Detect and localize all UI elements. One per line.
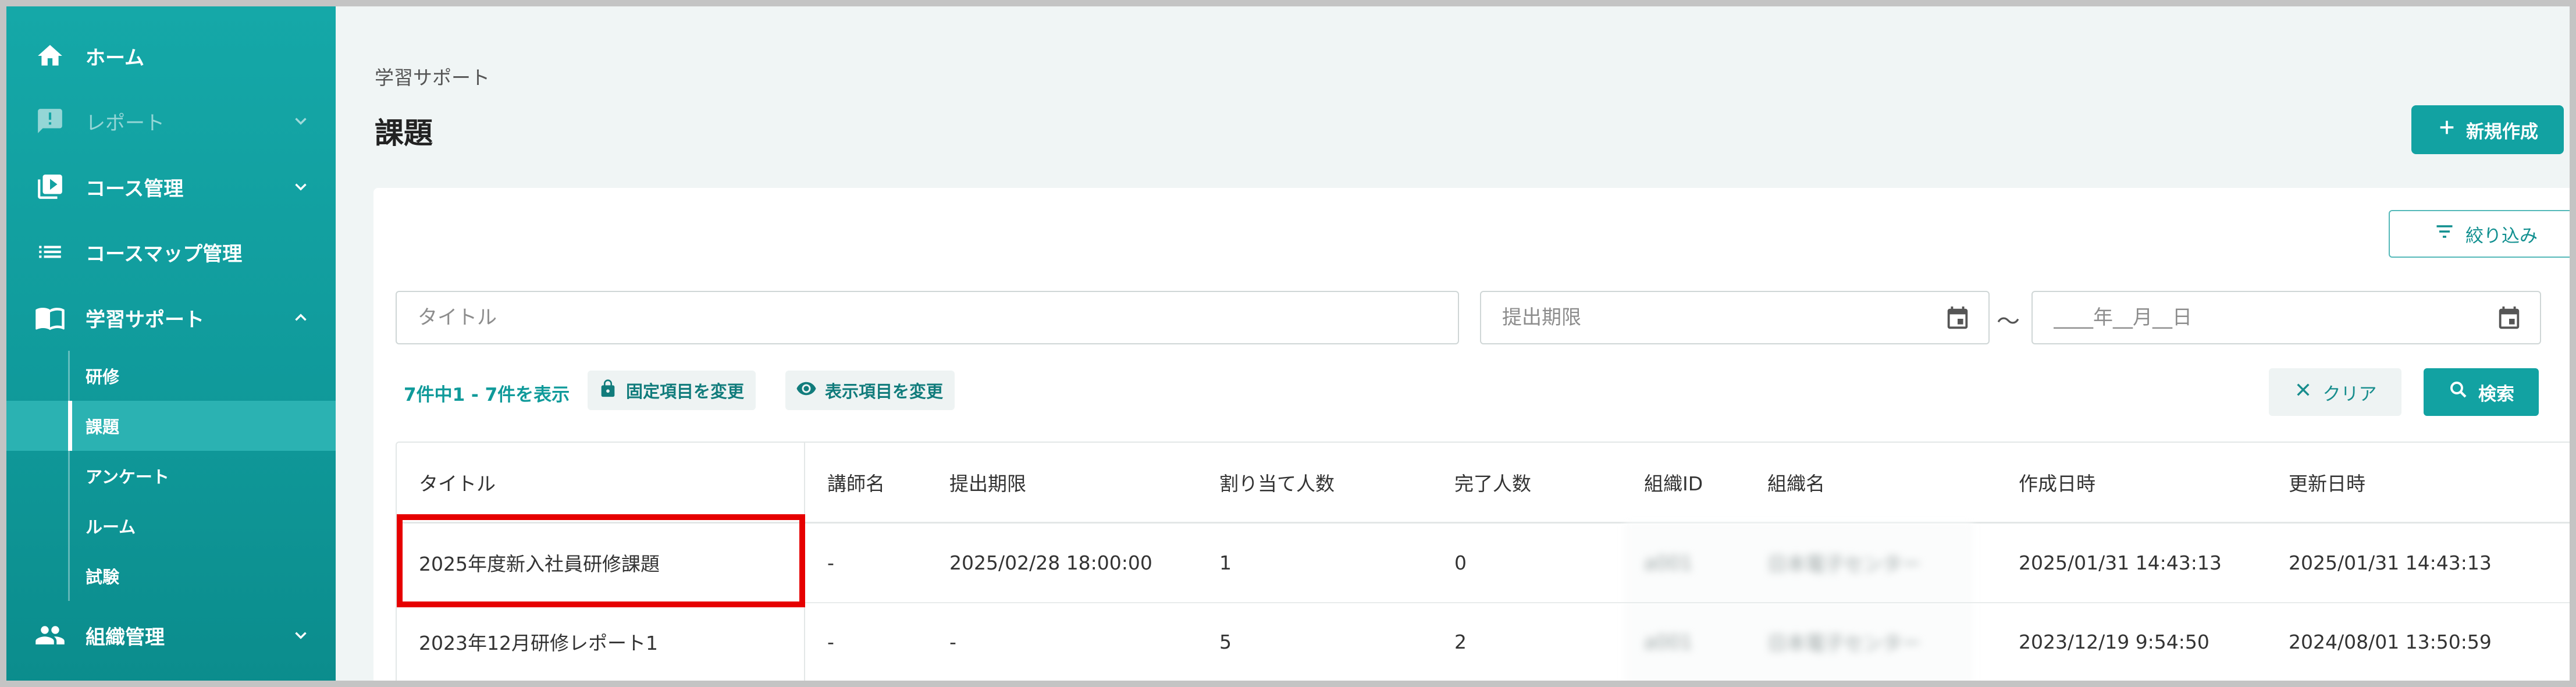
column-header-org-name[interactable]: 組織名 [1767,443,1825,522]
home-icon [33,39,67,73]
sidebar-item-label: コース管理 [86,177,184,201]
sidebar-item-label: レポート [86,111,165,135]
filter-label: 絞り込み [2465,225,2538,247]
filter-button[interactable]: 絞り込み [2389,210,2570,258]
sidebar-item-coursemap[interactable]: コースマップ管理 [6,223,336,281]
sidebar-subitem-label: 研修 [86,367,120,387]
cell-org-id: a001 [1644,630,1693,653]
page-title: 課題 [375,116,433,150]
sidebar-subitem-label: 課題 [86,417,120,437]
column-header-deadline[interactable]: 提出期限 [949,443,1026,522]
course-icon [33,170,67,204]
cell-updated: 2025/01/31 14:43:13 [2289,551,2492,574]
sidebar-subitem-survey[interactable]: アンケート [6,451,336,501]
cell-assigned: 5 [1219,630,1232,653]
cell-created: 2023/12/19 9:54:50 [2019,630,2209,653]
cell-completed: 2 [1454,630,1467,653]
column-header-org-id[interactable]: 組織ID [1644,443,1703,522]
change-display-items-label: 表示項目を変更 [825,382,944,401]
change-fixed-items-label: 固定項目を変更 [626,382,745,401]
sidebar-subitem-exam[interactable]: 試験 [6,551,336,601]
eye-icon [796,378,817,403]
search-icon [2448,379,2469,405]
calendar-icon[interactable] [1944,305,1971,332]
sidebar-item-learning-support[interactable]: 学習サポート [6,289,336,347]
sidebar-item-organization[interactable]: 組織管理 [6,606,336,664]
chevron-down-icon [289,624,312,647]
deadline-input[interactable] [1481,292,1988,343]
change-fixed-items-button[interactable]: 固定項目を変更 [588,371,756,410]
close-icon [2294,380,2312,404]
app-window: ホーム レポート コース管理 コースマップ管理 学習サポート 研修 課題 アンケ… [0,0,2576,687]
sidebar-subitem-label: ルーム [86,517,136,537]
people-icon [33,618,67,652]
sidebar-item-label: コースマップ管理 [86,242,243,266]
cell-instructor: - [827,551,834,574]
sidebar-item-label: ホーム [86,46,144,70]
clear-label: クリア [2322,383,2377,405]
column-header-updated[interactable]: 更新日時 [2289,443,2365,522]
cell-assigned: 1 [1219,551,1232,574]
table-header-row: タイトル 講師名 提出期限 割り当て人数 完了人数 組織ID 組織名 作成日時 … [397,443,2570,524]
sidebar-subitem-room[interactable]: ルーム [6,501,336,551]
cell-updated: 2024/08/01 13:50:59 [2289,630,2492,653]
search-button[interactable]: 検索 [2424,368,2539,416]
column-header-instructor[interactable]: 講師名 [827,443,885,522]
cell-deadline: 2025/02/28 18:00:00 [949,551,1152,574]
highlight-annotation [397,514,805,607]
new-create-button[interactable]: 新規作成 [2411,105,2564,154]
chevron-down-icon [289,109,312,133]
sidebar-subitem-label: 試験 [86,567,120,587]
calendar-icon[interactable] [2496,305,2522,332]
report-icon [33,104,67,138]
sidebar-item-report[interactable]: レポート [6,92,336,150]
date-range-separator: ～ [1997,308,2020,335]
change-display-items-button[interactable]: 表示項目を変更 [785,371,955,410]
cell-created: 2025/01/31 14:43:13 [2019,551,2222,574]
title-search-field[interactable] [396,291,1459,344]
chevron-up-icon [289,306,312,329]
cell-deadline: - [949,630,956,653]
title-input[interactable] [397,292,1458,343]
column-header-assigned[interactable]: 割り当て人数 [1219,443,1335,522]
sidebar: ホーム レポート コース管理 コースマップ管理 学習サポート 研修 課題 アンケ… [6,6,336,681]
sidebar-item-home[interactable]: ホーム [6,27,336,85]
list-icon [33,235,67,269]
sidebar-item-label: 組織管理 [86,625,165,649]
sidebar-subitem-assignment[interactable]: 課題 [6,401,336,451]
deadline-from-field[interactable] [1480,291,1990,344]
sidebar-item-label: 学習サポート [86,308,204,332]
cell-title[interactable]: 2023年12月研修レポート1 [419,602,658,681]
lock-icon [598,379,618,403]
deadline-to-field[interactable] [2031,291,2541,344]
plus-icon [2437,118,2457,142]
cell-org-name: 日本電子センター [1767,632,1921,654]
cell-org-id: a001 [1644,551,1693,574]
new-create-label: 新規作成 [2466,121,2538,143]
cell-instructor: - [827,630,834,653]
cell-org-name: 日本電子センター [1767,553,1921,575]
clear-button[interactable]: クリア [2269,368,2401,416]
table-row[interactable]: 2023年12月研修レポート1 - - 5 2 a001 日本電子センター 20… [397,602,2570,681]
breadcrumb[interactable]: 学習サポート [375,62,490,90]
search-label: 検索 [2478,383,2514,405]
chevron-down-icon [289,175,312,198]
date-input[interactable] [2033,292,2540,343]
column-header-created[interactable]: 作成日時 [2019,443,2095,522]
column-header-completed[interactable]: 完了人数 [1454,443,1531,522]
filter-icon [2434,221,2455,247]
sidebar-subitem-label: アンケート [86,467,169,487]
assignment-card: 絞り込み ～ 7件中1 - 7件を表示 [373,188,2570,681]
result-count: 7件中1 - 7件を表示 [404,385,570,405]
sidebar-item-course[interactable]: コース管理 [6,158,336,216]
column-header-title[interactable]: タイトル [419,443,496,522]
cell-completed: 0 [1454,551,1467,574]
sidebar-subitem-training[interactable]: 研修 [6,351,336,401]
book-icon [33,301,67,334]
